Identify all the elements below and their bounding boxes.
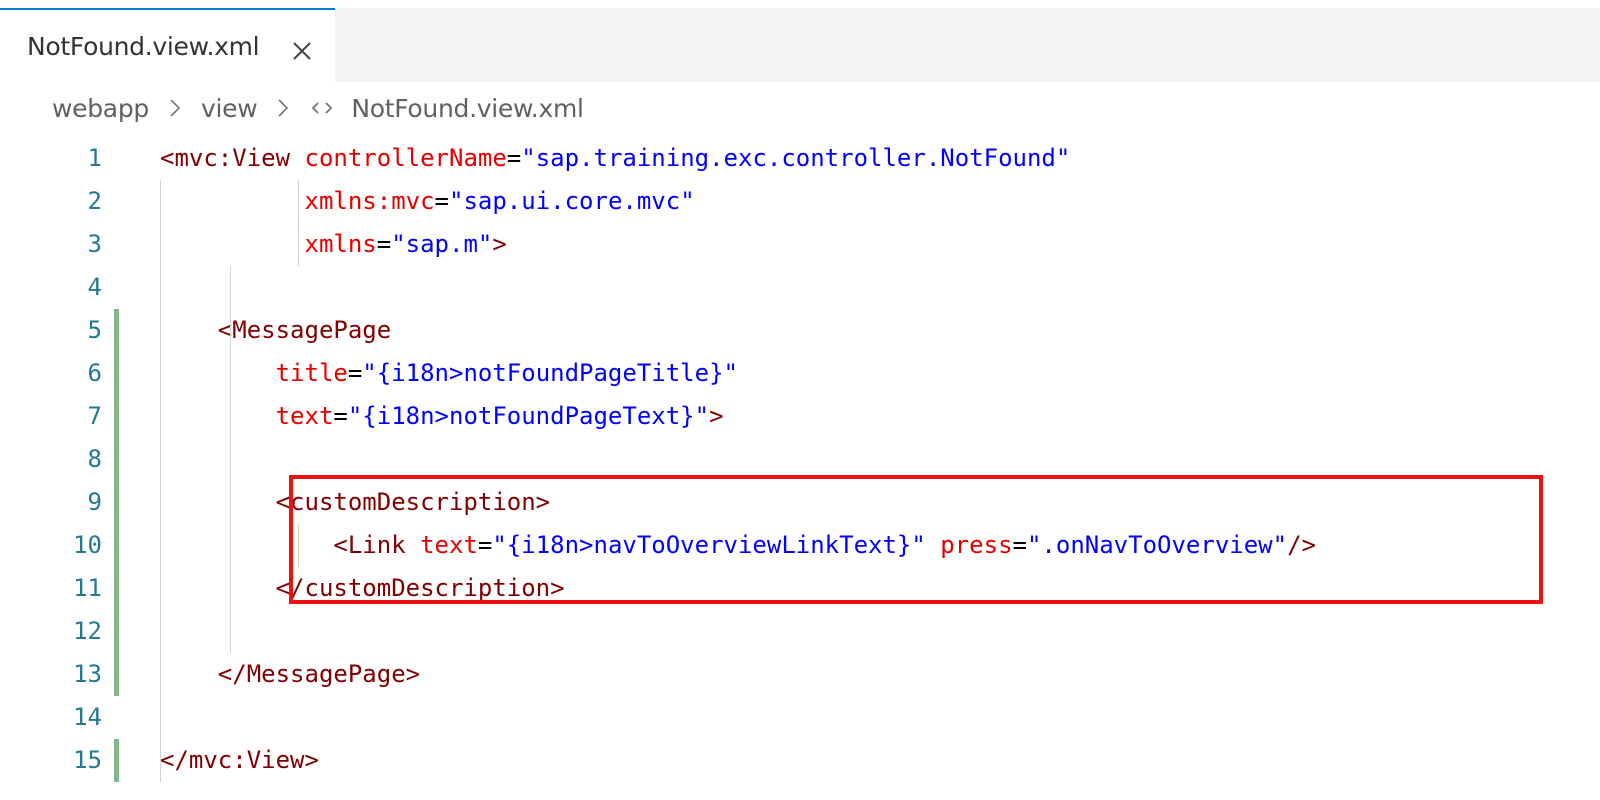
code-text: </mvc:View> [160,743,319,777]
code-token: "sap.training.exc.controller.NotFound" [521,144,1071,172]
indent-guide [160,180,161,782]
git-change-marker [114,395,119,438]
code-line[interactable]: 1 <mvc:View controllerName="sap.training.… [0,137,1600,180]
code-text: <mvc:View controllerName="sap.training.e… [160,141,1070,175]
git-change-marker [114,438,119,481]
indent-guide [230,266,231,653]
tab-label: NotFound.view.xml [27,32,260,61]
breadcrumb-item-view[interactable]: view [201,94,258,123]
line-number: 8 [87,445,102,473]
git-change-marker [114,567,119,610]
chevron-right-icon [170,99,181,117]
code-line[interactable]: 15 </mvc:View> [0,739,1600,782]
line-number: 15 [73,746,102,774]
line-number: 2 [87,187,102,215]
highlight-box [289,475,1543,604]
code-token: = [347,359,363,387]
code-line[interactable]: 4 [0,266,1600,309]
breadcrumb: webapp view NotFound.view.xml [52,91,584,125]
tab-notfound-view-xml[interactable]: NotFound.view.xml [0,8,335,82]
code-text: xmlns="sap.m"> [160,227,507,261]
code-token: <MessagePage [160,316,392,344]
line-number: 3 [87,230,102,258]
code-line[interactable]: 5 <MessagePage [0,309,1600,352]
git-change-marker [114,653,119,696]
code-token: title [275,359,348,387]
code-token: = [376,230,392,258]
line-number: 9 [87,488,102,516]
line-number: 11 [73,574,102,602]
git-change-marker [114,610,119,653]
code-token: controllerName [304,144,507,172]
code-text: xmlns:mvc="sap.ui.core.mvc" [160,184,695,218]
code-line[interactable]: 14 [0,696,1600,739]
code-token: text [275,402,334,430]
line-number: 6 [87,359,102,387]
git-change-marker [114,739,119,782]
code-line[interactable]: 7 text="{i18n>notFoundPageText}"> [0,395,1600,438]
code-text: <MessagePage [160,313,391,347]
breadcrumb-item-file[interactable]: NotFound.view.xml [351,94,584,123]
line-number: 1 [87,144,102,172]
git-change-marker [114,309,119,352]
code-token: <mvc:View [160,144,305,172]
code-text: title="{i18n>notFoundPageTitle}" [160,356,738,390]
git-change-marker [114,352,119,395]
code-token: > [709,402,724,430]
line-number: 13 [73,660,102,688]
code-line[interactable]: 13 </MessagePage> [0,653,1600,696]
line-number: 5 [87,316,102,344]
code-line[interactable]: 2 xmlns:mvc="sap.ui.core.mvc" [0,180,1600,223]
line-number: 10 [73,531,102,559]
code-token: = [506,144,522,172]
close-icon[interactable] [289,38,315,64]
indent-guide [298,180,299,266]
code-token: "sap.m" [391,230,493,258]
editor-tab-bar: NotFound.view.xml [0,8,1600,82]
code-text: text="{i18n>notFoundPageText}"> [160,399,724,433]
code-token: > [492,230,507,258]
code-text: </MessagePage> [160,657,420,691]
code-line[interactable]: 6 title="{i18n>notFoundPageTitle}" [0,352,1600,395]
line-number: 14 [73,703,102,731]
code-token: "{i18n>notFoundPageText}" [347,402,710,430]
git-change-marker [114,524,119,567]
line-number: 4 [87,273,102,301]
chevron-right-icon [278,99,289,117]
code-token: </MessagePage> [160,660,421,688]
code-line[interactable]: 12 [0,610,1600,653]
line-number: 7 [87,402,102,430]
breadcrumb-item-webapp[interactable]: webapp [52,94,149,123]
git-change-marker [114,481,119,524]
line-number: 12 [73,617,102,645]
code-token: xmlns:mvc [304,187,435,215]
code-line[interactable]: 3 xmlns="sap.m"> [0,223,1600,266]
code-token: xmlns [304,230,377,258]
code-token: = [434,187,449,215]
xml-file-icon [312,102,333,114]
code-token: </mvc:View> [160,746,319,774]
code-token: "{i18n>notFoundPageTitle}" [362,359,738,387]
code-token: = [333,402,348,430]
code-token: "sap.ui.core.mvc" [449,187,695,215]
